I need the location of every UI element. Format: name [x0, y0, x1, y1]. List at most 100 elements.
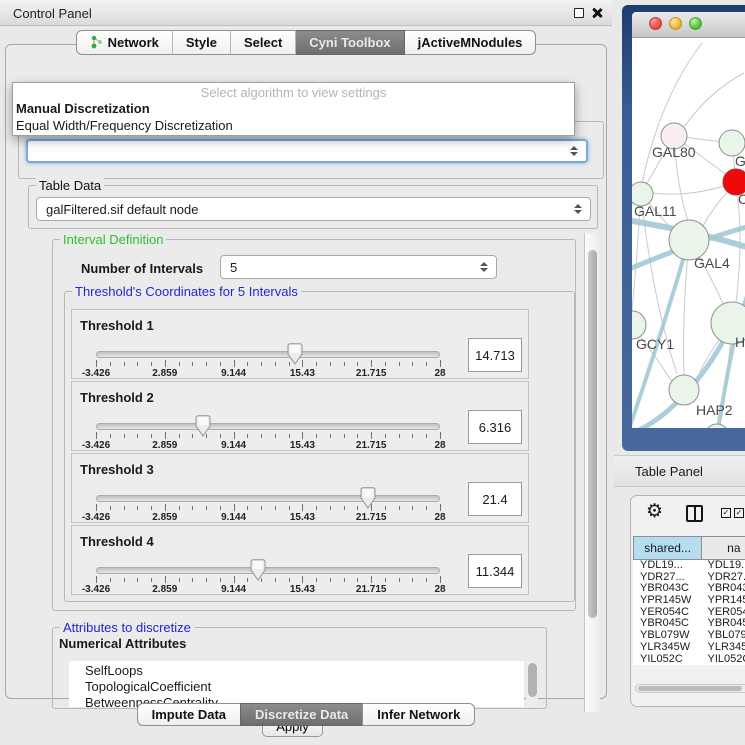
network-graph: GAL80GACGAL11GAL4GCY1HHAP2: [632, 38, 745, 428]
slider-handle[interactable]: [287, 343, 303, 365]
close-icon[interactable]: [591, 7, 603, 19]
table-horizontal-scrollbar[interactable]: [635, 684, 745, 693]
slider-tick: [330, 362, 331, 366]
slider-tick: [344, 434, 345, 438]
split-columns-icon[interactable]: [686, 505, 703, 522]
table-row[interactable]: YLR345WYLR345W: [633, 642, 745, 654]
attributes-scrollbar[interactable]: [526, 661, 538, 707]
threshold-value-field[interactable]: 14.713: [468, 338, 522, 372]
menu-item-manual-discretization[interactable]: Manual Discretization: [13, 100, 574, 117]
slider-handle[interactable]: [250, 559, 266, 581]
checkbox-icon[interactable]: ✓: [721, 508, 731, 518]
float-icon[interactable]: [574, 8, 584, 18]
tab-infer-network[interactable]: Infer Network: [362, 703, 475, 726]
attribute-list-item[interactable]: SelfLoops: [85, 663, 524, 679]
slider-track[interactable]: [96, 423, 440, 430]
cell-shared-name[interactable]: YDL19...: [633, 560, 703, 572]
network-node[interactable]: [705, 424, 729, 428]
slider-track[interactable]: [96, 567, 440, 574]
minimize-traffic-light-icon[interactable]: [669, 17, 682, 30]
table-row[interactable]: YPR145WYPR145W: [633, 595, 745, 607]
cell-name[interactable]: YDL19...: [703, 560, 745, 572]
algorithm-hint: Select algorithm to view settings: [13, 83, 574, 100]
slider-handle[interactable]: [195, 415, 211, 437]
slider-tick-label: 15.43: [290, 368, 315, 379]
slider-tick: [206, 362, 207, 366]
slider-tick: [440, 360, 441, 367]
slider-tick: [275, 578, 276, 582]
tab-impute-data[interactable]: Impute Data: [137, 703, 240, 726]
menu-item-equal-width-frequency[interactable]: Equal Width/Frequency Discretization: [13, 117, 574, 134]
zoom-traffic-light-icon[interactable]: [689, 17, 702, 30]
network-node-label: C: [738, 191, 745, 207]
slider-tick: [316, 434, 317, 438]
table-panel-title: Table Panel: [635, 464, 703, 479]
cell-name[interactable]: YIL052C: [703, 654, 745, 666]
numerical-attributes-list[interactable]: SelfLoopsTopologicalCoefficientBetweenne…: [69, 661, 524, 707]
gear-icon[interactable]: ⚙: [646, 500, 663, 523]
slider-tick: [261, 434, 262, 438]
slider-track[interactable]: [96, 495, 440, 502]
checkbox-icon[interactable]: ✓: [734, 508, 744, 518]
tab-style[interactable]: Style: [173, 30, 231, 55]
network-node-label: GAL4: [694, 255, 730, 271]
threshold-value-field[interactable]: 11.344: [468, 554, 522, 588]
number-of-intervals-combo[interactable]: 5: [220, 255, 497, 279]
slider-tick: [399, 362, 400, 366]
threshold-box: Threshold 4-3.4262.8599.14415.4321.71528…: [71, 525, 529, 595]
slider-tick: [316, 506, 317, 510]
cell-shared-name[interactable]: YIL052C: [633, 654, 703, 666]
threshold-value-field[interactable]: 6.316: [468, 410, 522, 444]
table-row[interactable]: YIL052CYIL052C: [633, 654, 745, 666]
slider-tick: [261, 362, 262, 366]
slider-tick-label: -3.426: [82, 512, 110, 523]
slider-tick: [357, 362, 358, 366]
slider-tick: [110, 434, 111, 438]
slider-handle[interactable]: [360, 487, 376, 509]
slider-tick: [426, 578, 427, 582]
tab-network[interactable]: Network: [76, 30, 173, 55]
network-node[interactable]: [632, 311, 646, 339]
cell-name[interactable]: YLR345W: [703, 642, 745, 654]
network-window-titlebar[interactable]: [632, 12, 745, 38]
slider-tick: [110, 578, 111, 582]
slider-tick: [412, 506, 413, 510]
table-row[interactable]: YDL19...YDL19...: [633, 560, 745, 572]
cell-shared-name[interactable]: YPR145W: [633, 595, 703, 607]
threshold-box: Threshold 2-3.4262.8599.14415.4321.71528…: [71, 381, 529, 451]
numerical-attributes-label: Numerical Attributes: [59, 636, 186, 651]
slider-tick: [151, 362, 152, 366]
slider-tick: [179, 434, 180, 438]
algorithm-combo[interactable]: [26, 139, 588, 163]
slider-track[interactable]: [96, 351, 440, 358]
cell-shared-name[interactable]: YLR345W: [633, 642, 703, 654]
slider-tick: [330, 434, 331, 438]
tab-cyni-toolbox[interactable]: Cyni Toolbox: [296, 30, 404, 55]
slider-tick: [371, 576, 372, 583]
network-view-window[interactable]: GAL80GACGAL11GAL4GCY1HHAP2: [622, 5, 745, 451]
cell-name[interactable]: YPR145W: [703, 595, 745, 607]
threshold-value-field[interactable]: 21.4: [468, 482, 522, 516]
slider-tick: [137, 362, 138, 366]
tab-select[interactable]: Select: [231, 30, 296, 55]
panel-vertical-scrollbar[interactable]: [584, 233, 600, 712]
network-edge[interactable]: [642, 43, 702, 183]
slider-tick: [330, 578, 331, 582]
slider-tick: [426, 506, 427, 510]
network-node[interactable]: [669, 375, 699, 405]
column-header-name[interactable]: na: [702, 536, 745, 560]
column-header-shared[interactable]: shared...: [633, 536, 702, 560]
table-data-combo[interactable]: galFiltered.sif default node: [36, 197, 591, 221]
tab-jactivemnodules[interactable]: jActiveMNodules: [405, 30, 537, 55]
network-canvas[interactable]: GAL80GACGAL11GAL4GCY1HHAP2: [632, 38, 745, 428]
slider-tick: [289, 578, 290, 582]
close-traffic-light-icon[interactable]: [649, 17, 662, 30]
scrollbar-thumb[interactable]: [588, 250, 597, 618]
bottom-tab-bar: Impute Data Discretize Data Infer Networ…: [0, 703, 612, 726]
tab-discretize-data[interactable]: Discretize Data: [240, 703, 362, 726]
network-edge[interactable]: [682, 73, 744, 130]
slider-tick-label: 28: [434, 368, 445, 379]
network-node[interactable]: [669, 220, 709, 260]
attribute-list-item[interactable]: TopologicalCoefficient: [85, 679, 524, 695]
slider-tick: [247, 434, 248, 438]
